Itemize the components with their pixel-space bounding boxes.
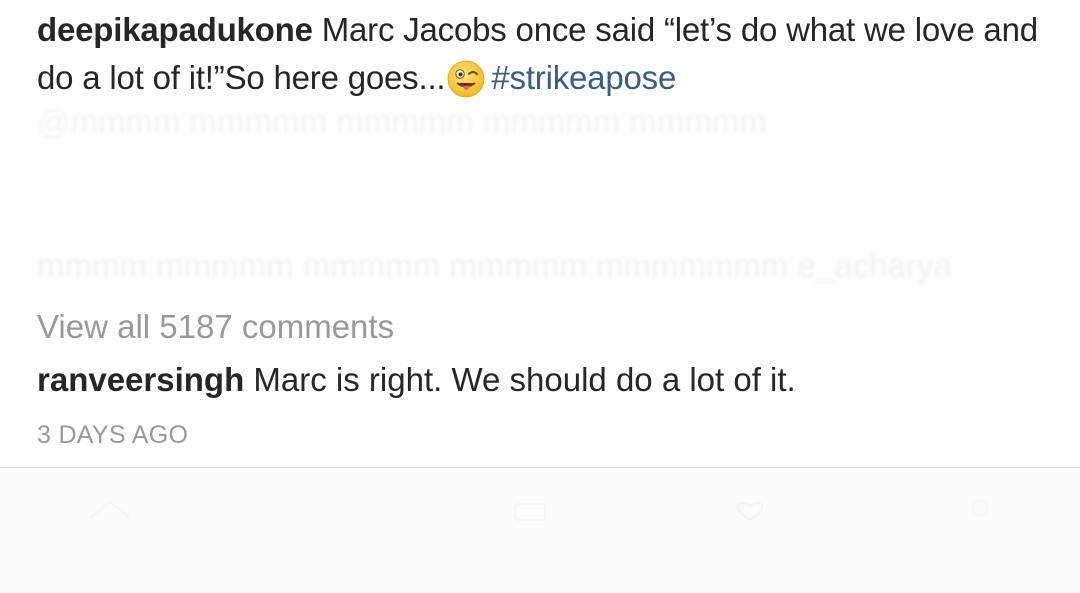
- faded-caption-line: mmmm mmmmm mmmmm mmmmm mmmmmmm e_acharya: [37, 247, 952, 284]
- comment-item: ranveersingh Marc is right. We should do…: [37, 359, 796, 401]
- heart-icon[interactable]: [720, 498, 780, 522]
- comment-text: Marc is right. We should do a lot of it.: [253, 361, 796, 398]
- post-timestamp: 3 DAYS AGO: [37, 421, 189, 449]
- home-icon[interactable]: [80, 498, 140, 522]
- comment-username[interactable]: ranveersingh: [37, 361, 244, 398]
- collapsed-caption-fade: @mmmm mmmmm mmmmm mmmmm mmmmm mmmm mmmmm…: [0, 96, 1080, 296]
- profile-icon[interactable]: [950, 498, 1010, 522]
- faded-caption-line: @mmmm mmmmm mmmmm mmmmm mmmmm: [37, 103, 767, 140]
- view-all-comments-link[interactable]: View all 5187 comments: [37, 306, 394, 348]
- hashtag-link[interactable]: #strikeapose: [491, 59, 676, 96]
- post-caption: deepikapadukone Marc Jacobs once said “l…: [37, 6, 1047, 102]
- author-username[interactable]: deepikapadukone: [37, 11, 313, 48]
- bottom-navigation-bar: [0, 467, 1080, 593]
- winking-face-with-tongue-icon: [447, 60, 485, 98]
- camera-icon[interactable]: [500, 498, 560, 522]
